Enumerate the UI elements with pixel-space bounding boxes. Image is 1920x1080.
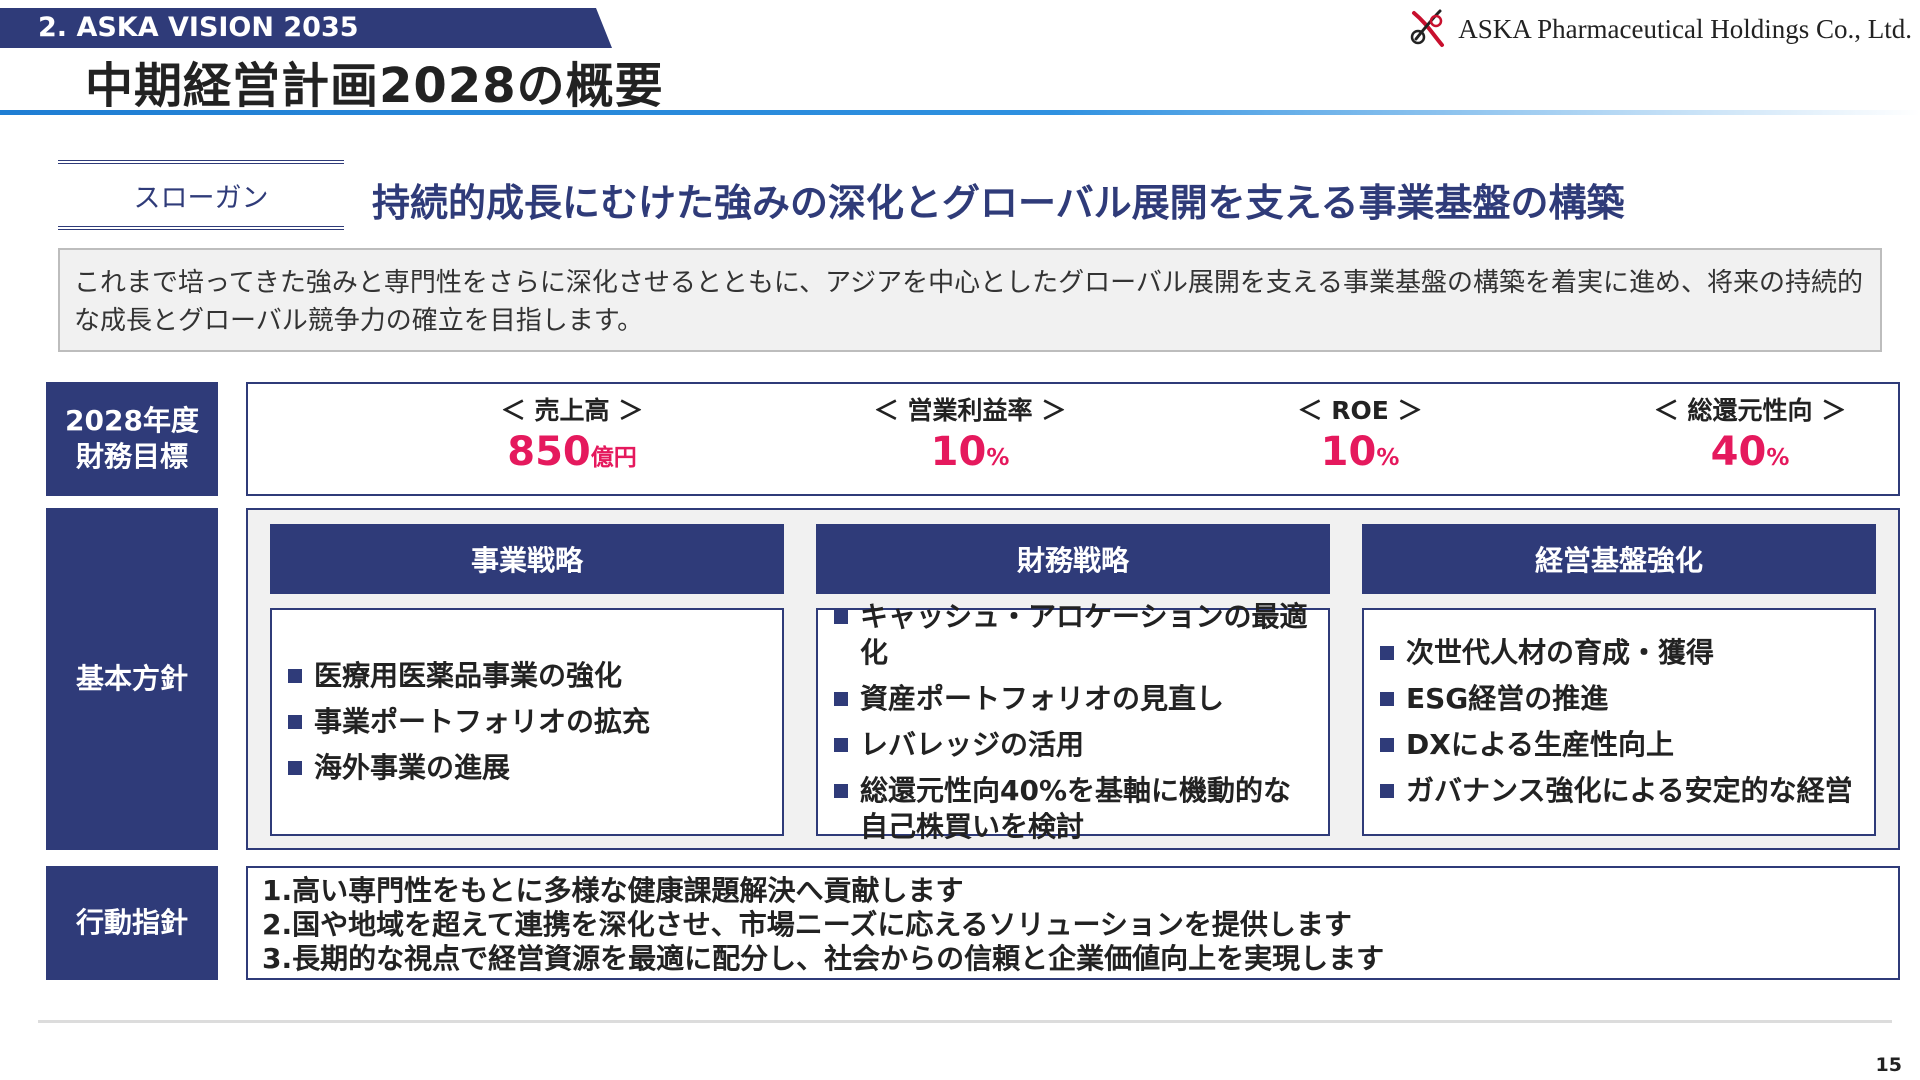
kpi-value: 10% (1170, 428, 1550, 478)
policy-column-business: 事業戦略 医療用医薬品事業の強化 事業ポートフォリオの拡充 海外事業の進展 (270, 524, 784, 836)
square-bullet-icon (288, 715, 302, 729)
section-tab: 2. ASKA VISION 2035 (0, 8, 612, 48)
policy-column-title: 経営基盤強化 (1362, 524, 1876, 594)
page-number: 15 (1875, 1054, 1902, 1076)
square-bullet-icon (834, 692, 848, 706)
basic-policy-box: 事業戦略 医療用医薬品事業の強化 事業ポートフォリオの拡充 海外事業の進展 財務… (246, 508, 1900, 850)
square-bullet-icon (834, 738, 848, 752)
kpi-label: ＜ 売上高 ＞ (500, 396, 644, 425)
list-item: ガバナンス強化による安定的な経営 (1378, 773, 1860, 809)
kpi-value: 850億円 (382, 428, 762, 478)
financial-targets-box: ＜ 売上高 ＞ 850億円 ＜ 営業利益率 ＞ 10% ＜ ROE ＞ 10% … (246, 382, 1900, 496)
kpi-label: ＜ 営業利益率 ＞ (873, 396, 1067, 425)
intro-text: これまで培ってきた強みと専門性をさらに深化させるとともに、アジアを中心としたグロ… (58, 248, 1882, 352)
list-item-text: ESG経営の推進 (1406, 682, 1609, 715)
kpi-value: 10% (780, 428, 1160, 478)
policy-column-financial: 財務戦略 キャッシュ・アロケーションの最適化 資産ポートフォリオの見直し レバレ… (816, 524, 1330, 843)
policy-column-body: キャッシュ・アロケーションの最適化 資産ポートフォリオの見直し レバレッジの活用… (816, 600, 1330, 843)
action-item: 3.長期的な視点で経営資源を最適に配分し、社会からの信頼と企業価値向上を実現しま… (262, 942, 1385, 975)
footer-divider (38, 1020, 1892, 1023)
square-bullet-icon (1380, 692, 1394, 706)
kpi-label: ＜ ROE ＞ (1297, 396, 1423, 425)
list-item-text: 医療用医薬品事業の強化 (314, 659, 623, 692)
kpi-unit: 億円 (590, 445, 637, 471)
list-item: キャッシュ・アロケーションの最適化 (832, 599, 1314, 671)
list-item-text: キャッシュ・アロケーションの最適化 (860, 600, 1308, 669)
kpi-number: 850 (507, 429, 591, 475)
list-item-text: 総還元性向40%を基軸に機動的な自己株買いを検討 (860, 774, 1292, 843)
list-item: 医療用医薬品事業の強化 (286, 658, 768, 694)
financial-label-line1: 2028年度 (65, 404, 199, 437)
square-bullet-icon (288, 669, 302, 683)
company-logo-icon (1411, 9, 1445, 47)
financial-label-line2: 財務目標 (75, 440, 188, 473)
action-guidelines-label: 行動指針 (46, 866, 218, 980)
basic-policy-label: 基本方針 (46, 508, 218, 850)
kpi-unit: % (1376, 445, 1400, 471)
policy-column-management: 経営基盤強化 次世代人材の育成・獲得 ESG経営の推進 DXによる生産性向上 ガ… (1362, 524, 1876, 836)
kpi-sales: ＜ 売上高 ＞ 850億円 (382, 394, 762, 478)
square-bullet-icon (834, 784, 848, 798)
policy-column-title: 事業戦略 (270, 524, 784, 594)
policy-column-title: 財務戦略 (816, 524, 1330, 594)
list-item-text: 次世代人材の育成・獲得 (1406, 636, 1715, 669)
company-name: ASKA Pharmaceutical Holdings Co., Ltd. (1458, 13, 1912, 44)
list-item-text: 事業ポートフォリオの拡充 (314, 705, 651, 738)
company-logo: ASKA Pharmaceutical Holdings Co., Ltd. (1406, 4, 1912, 54)
policy-column-body: 次世代人材の育成・獲得 ESG経営の推進 DXによる生産性向上 ガバナンス強化に… (1362, 608, 1876, 836)
list-item: 次世代人材の育成・獲得 (1378, 635, 1860, 671)
kpi-unit: % (986, 445, 1010, 471)
square-bullet-icon (834, 610, 848, 624)
square-bullet-icon (1380, 646, 1394, 660)
list-item: ESG経営の推進 (1378, 681, 1860, 717)
kpi-number: 40 (1710, 429, 1767, 475)
slogan-label: スローガン (58, 160, 344, 230)
list-item: 事業ポートフォリオの拡充 (286, 704, 768, 740)
list-item-text: 海外事業の進展 (314, 751, 511, 784)
action-item: 2.国や地域を超えて連携を深化させ、市場ニーズに応えるソリューションを提供します (262, 908, 1352, 941)
policy-column-body: 医療用医薬品事業の強化 事業ポートフォリオの拡充 海外事業の進展 (270, 608, 784, 836)
list-item-text: DXによる生産性向上 (1406, 728, 1674, 761)
page-title: 中期経営計画2028の概要 (85, 58, 664, 114)
list-item-text: レバレッジの活用 (860, 728, 1085, 761)
kpi-unit: % (1766, 445, 1790, 471)
list-item: DXによる生産性向上 (1378, 727, 1860, 763)
action-item: 1.高い専門性をもとに多様な健康課題解決へ貢献します (262, 874, 964, 907)
kpi-value: 40% (1560, 428, 1920, 478)
list-item: 海外事業の進展 (286, 750, 768, 786)
list-item: 総還元性向40%を基軸に機動的な自己株買いを検討 (832, 773, 1314, 845)
square-bullet-icon (1380, 784, 1394, 798)
square-bullet-icon (288, 761, 302, 775)
kpi-total-return-ratio: ＜ 総還元性向 ＞ 40% (1560, 394, 1920, 478)
list-item-text: ガバナンス強化による安定的な経営 (1406, 774, 1853, 807)
kpi-number: 10 (930, 429, 987, 475)
list-item: 資産ポートフォリオの見直し (832, 681, 1314, 717)
financial-targets-label: 2028年度 財務目標 (46, 382, 218, 496)
kpi-roe: ＜ ROE ＞ 10% (1170, 394, 1550, 478)
square-bullet-icon (1380, 738, 1394, 752)
list-item-text: 資産ポートフォリオの見直し (860, 682, 1225, 715)
action-guidelines-box: 1.高い専門性をもとに多様な健康課題解決へ貢献します 2.国や地域を超えて連携を… (246, 866, 1900, 980)
kpi-label: ＜ 総還元性向 ＞ (1653, 396, 1847, 425)
kpi-operating-margin: ＜ 営業利益率 ＞ 10% (780, 394, 1160, 478)
slogan-text: 持続的成長にむけた強みの深化とグローバル展開を支える事業基盤の構築 (372, 181, 1625, 225)
list-item: レバレッジの活用 (832, 727, 1314, 763)
kpi-number: 10 (1320, 429, 1377, 475)
title-divider (0, 110, 1920, 115)
